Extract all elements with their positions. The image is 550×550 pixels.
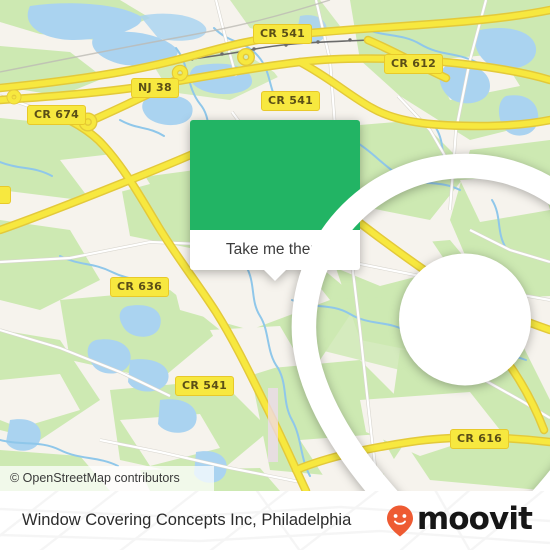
moovit-smiley-pin-icon [386,505,413,536]
callout-card-header [190,120,550,491]
footer-bar: Window Covering Concepts Inc, Philadelph… [0,491,550,550]
moovit-place-map-screenshot: CR 541 CR 612 NJ 38 CR 541 CR 674 CR 636… [0,0,550,550]
moovit-logo[interactable]: moovit [385,491,533,550]
place-callout-card[interactable]: Take me there [190,120,550,491]
road-shield-clipped-left [0,186,11,204]
road-shield-nj38: NJ 38 [131,78,179,98]
road-shield-cr636: CR 636 [110,277,170,297]
moovit-wordmark: moovit [416,501,533,537]
road-shield-cr541-upper: CR 541 [261,91,321,111]
map-canvas[interactable]: CR 541 CR 612 NJ 38 CR 541 CR 674 CR 636… [0,0,550,491]
map-pin-icon [291,153,550,491]
place-title-text: Window Covering Concepts Inc, Philadelph… [22,511,352,529]
page-title: Window Covering Concepts Inc, Philadelph… [22,491,351,550]
callout-tail [264,270,286,281]
osm-attribution[interactable]: © OpenStreetMap contributors [0,466,214,491]
road-shield-cr612: CR 612 [384,54,444,74]
road-shield-cr541-north: CR 541 [253,24,313,44]
road-shield-cr674: CR 674 [27,105,87,125]
